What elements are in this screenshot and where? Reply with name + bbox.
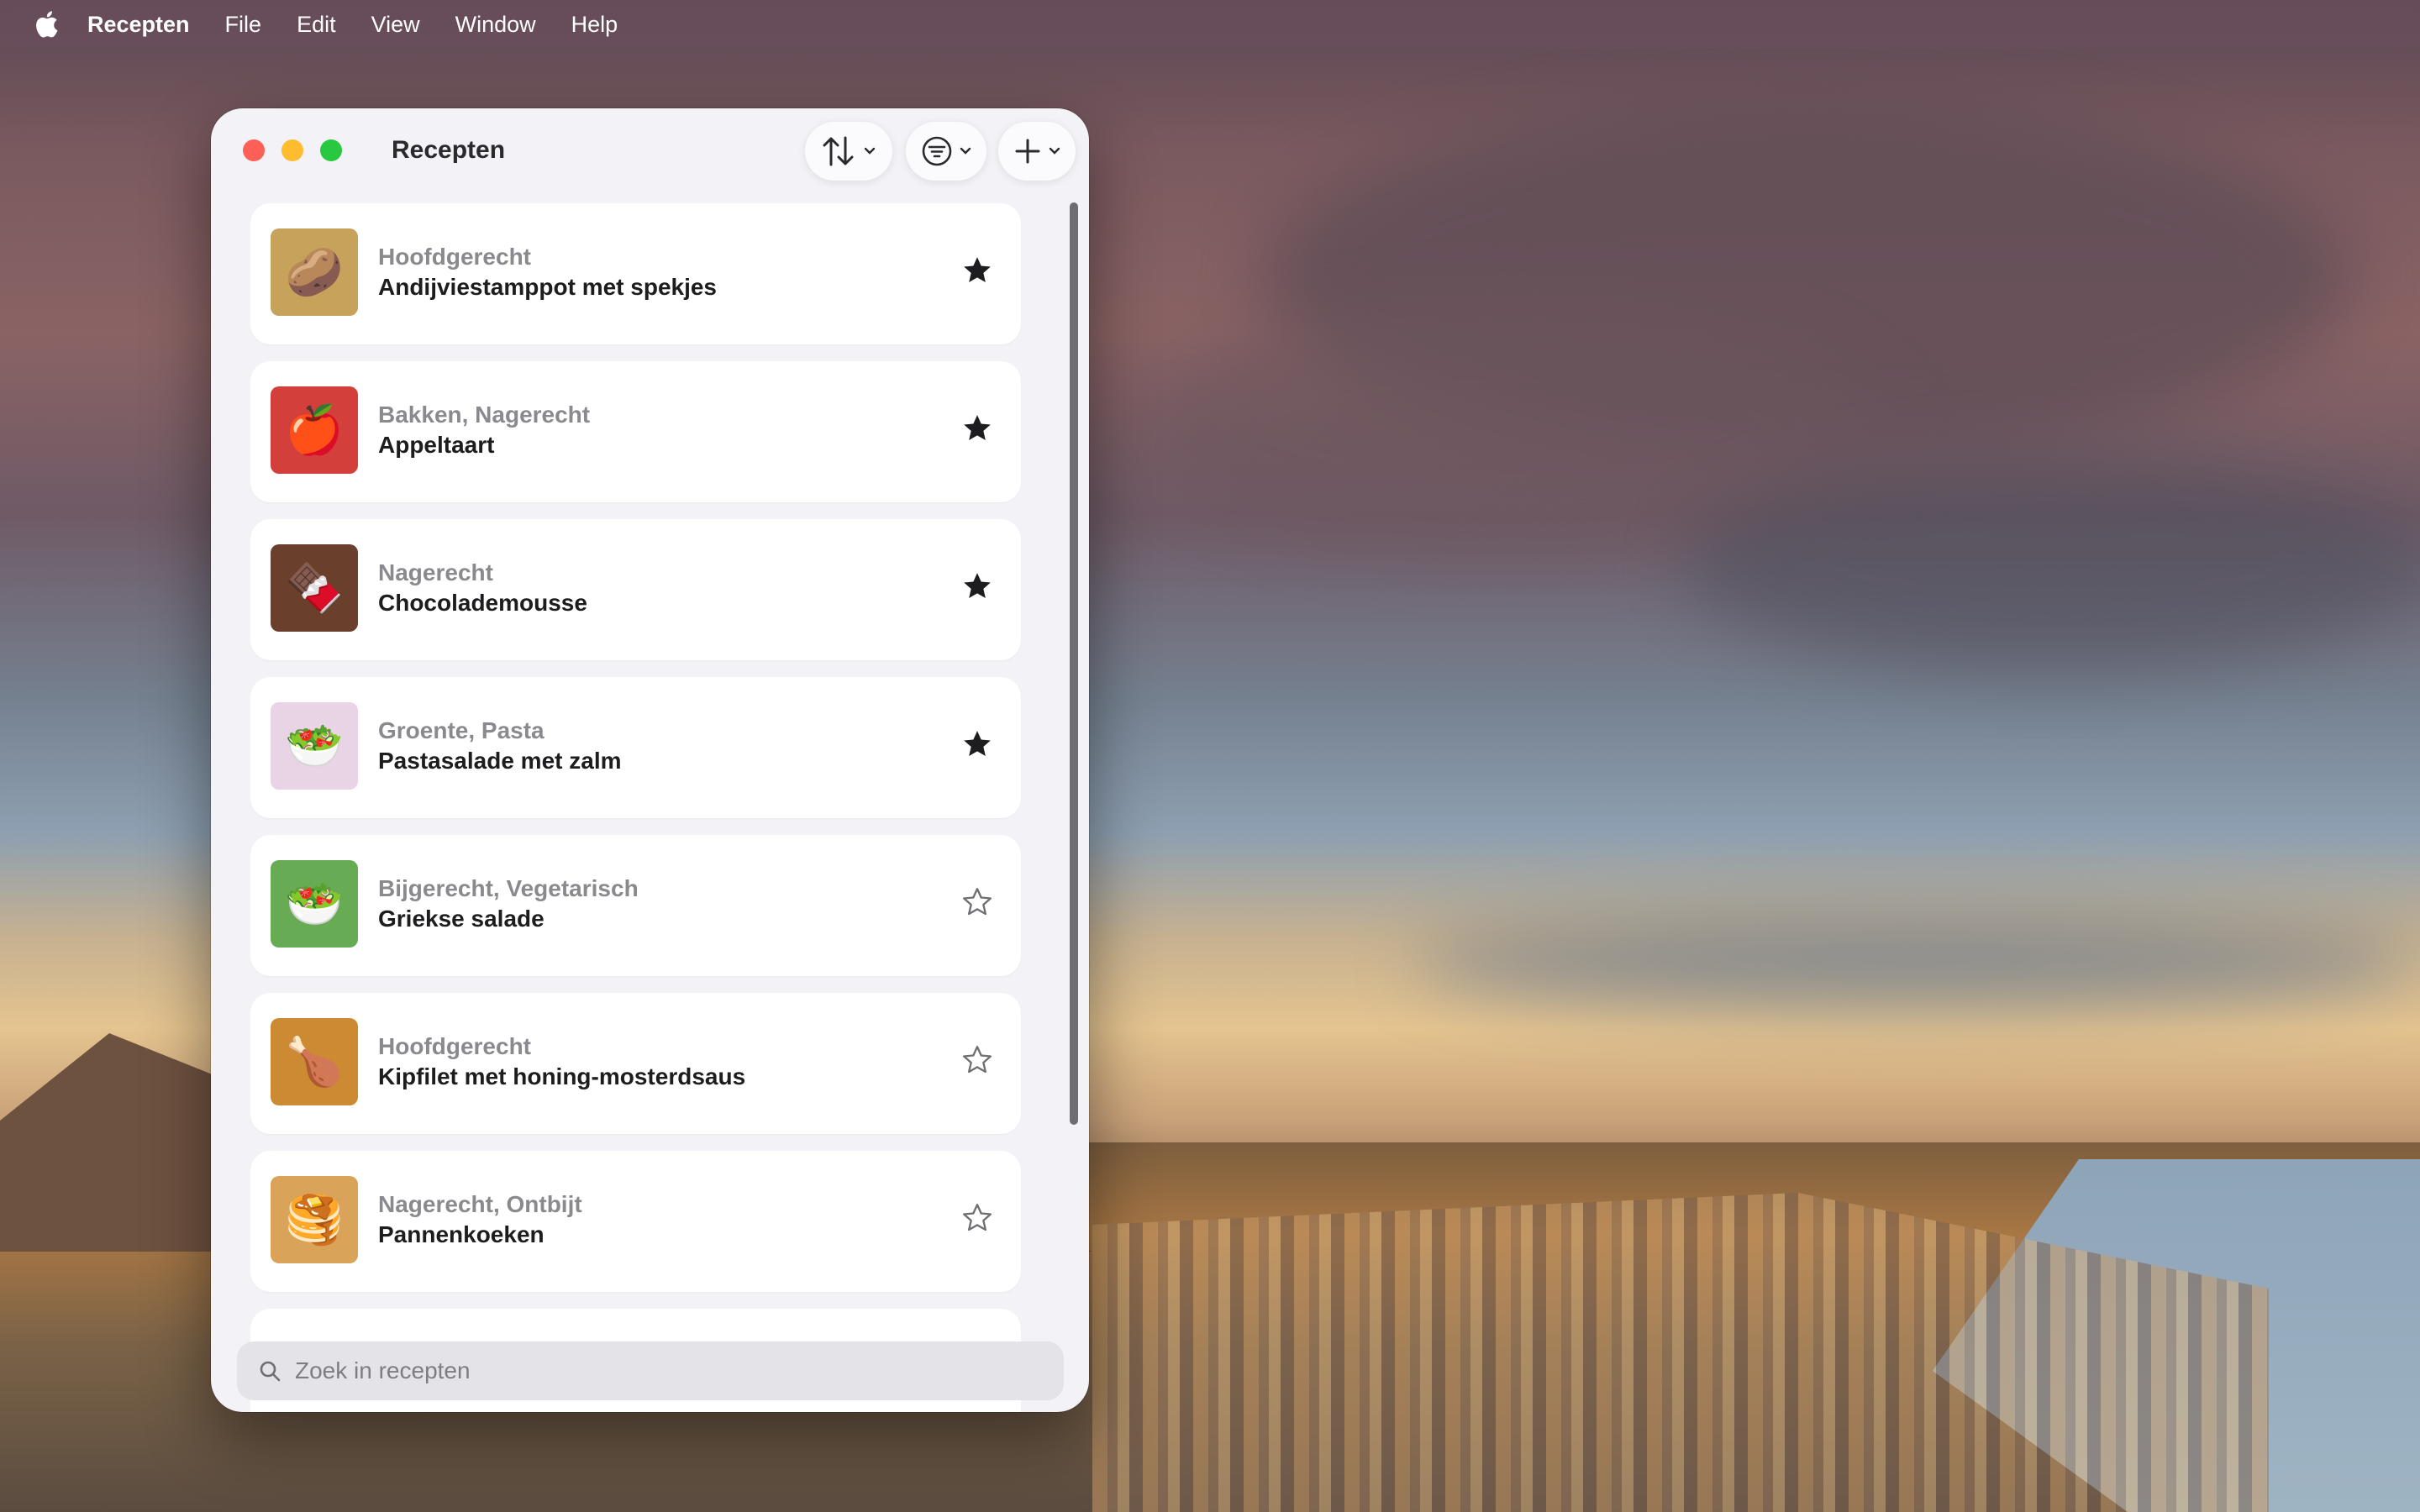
recipe-category: Bakken, Nagerecht	[378, 402, 591, 428]
scrollbar-thumb[interactable]	[1070, 202, 1078, 1125]
recipe-name: Kipfilet met honing-mosterdsaus	[378, 1063, 746, 1089]
recipe-card[interactable]: 🍗 Hoofdgerecht Kipfilet met honing-moste…	[250, 993, 1021, 1134]
recipe-name: Andijviestamppot met spekjes	[378, 274, 718, 300]
recipe-name: Griekse salade	[378, 906, 544, 932]
search-icon	[260, 1361, 281, 1382]
chevron-down-icon	[960, 147, 971, 155]
recipe-category: Hoofdgerecht	[378, 244, 531, 270]
recipe-card[interactable]: 🥞 Nagerecht, Ontbijt Pannenkoeken	[250, 1151, 1021, 1292]
recipe-name: Appeltaart	[378, 432, 495, 458]
menu-view[interactable]: View	[371, 12, 420, 38]
menu-file[interactable]: File	[225, 12, 262, 38]
chevron-down-icon	[864, 147, 876, 155]
recipe-category: Bijgerecht, Vegetarisch	[378, 875, 639, 901]
star-outline-icon[interactable]	[960, 885, 994, 919]
menu-help[interactable]: Help	[571, 12, 618, 38]
menu-edit[interactable]: Edit	[297, 12, 336, 38]
recipe-card[interactable]: 🍎 Bakken, Nagerecht Appeltaart	[250, 361, 1021, 502]
filter-button[interactable]	[906, 122, 986, 181]
star-filled-icon[interactable]	[960, 254, 994, 287]
recipe-card[interactable]: 🥗 Bijgerecht, Vegetarisch Griekse salade	[250, 835, 1021, 976]
recipe-name: Pannenkoeken	[378, 1221, 544, 1247]
minimize-button[interactable]	[281, 139, 303, 161]
recipe-thumbnail: 🥗	[271, 702, 358, 790]
search-field[interactable]	[237, 1341, 1064, 1400]
apple-icon[interactable]	[34, 10, 59, 39]
chevron-down-icon	[1049, 147, 1060, 155]
recipe-category: Groente, Pasta	[378, 717, 544, 743]
window-title: Recepten	[392, 136, 506, 164]
recipe-category: Nagerecht, Ontbijt	[378, 1191, 582, 1217]
recipe-thumbnail: 🥔	[271, 228, 358, 316]
recipe-name: Pastasalade met zalm	[378, 748, 622, 774]
recipe-name: Chocolademousse	[378, 590, 587, 616]
star-outline-icon[interactable]	[960, 1043, 994, 1077]
recipe-card[interactable]: 🍫 Nagerecht Chocolademousse	[250, 519, 1021, 660]
recipe-category: Nagerecht	[378, 559, 493, 585]
sort-button[interactable]	[805, 122, 892, 181]
recipe-thumbnail: 🍫	[271, 544, 358, 632]
star-filled-icon[interactable]	[960, 727, 994, 761]
star-outline-icon[interactable]	[960, 1201, 994, 1235]
recipes-window: Recepten 🥔 Hoofdgerecht Andijviestamppot…	[211, 108, 1089, 1412]
maximize-button[interactable]	[320, 139, 342, 161]
star-filled-icon[interactable]	[960, 412, 994, 445]
close-button[interactable]	[243, 139, 265, 161]
recipe-thumbnail: 🥗	[271, 860, 358, 948]
recipe-card[interactable]: 🥔 Hoofdgerecht Andijviestamppot met spek…	[250, 203, 1021, 344]
recipe-list[interactable]: 🥔 Hoofdgerecht Andijviestamppot met spek…	[250, 203, 1022, 1412]
recipe-card[interactable]: 🥗 Groente, Pasta Pastasalade met zalm	[250, 677, 1021, 818]
filter-lines-icon	[922, 136, 952, 166]
star-filled-icon[interactable]	[960, 570, 994, 603]
recipe-thumbnail: 🍗	[271, 1018, 358, 1105]
menu-window[interactable]: Window	[455, 12, 536, 38]
recipe-category: Hoofdgerecht	[378, 1033, 531, 1059]
search-input[interactable]	[293, 1357, 1053, 1385]
recipe-thumbnail: 🍎	[271, 386, 358, 474]
menu-app-name[interactable]: Recepten	[87, 12, 190, 38]
add-recipe-button[interactable]	[998, 122, 1076, 181]
recipe-thumbnail: 🥞	[271, 1176, 358, 1263]
menu-bar: Recepten File Edit View Window Help	[0, 0, 2420, 49]
plus-icon	[1015, 139, 1040, 164]
sort-arrows-icon	[823, 136, 854, 166]
